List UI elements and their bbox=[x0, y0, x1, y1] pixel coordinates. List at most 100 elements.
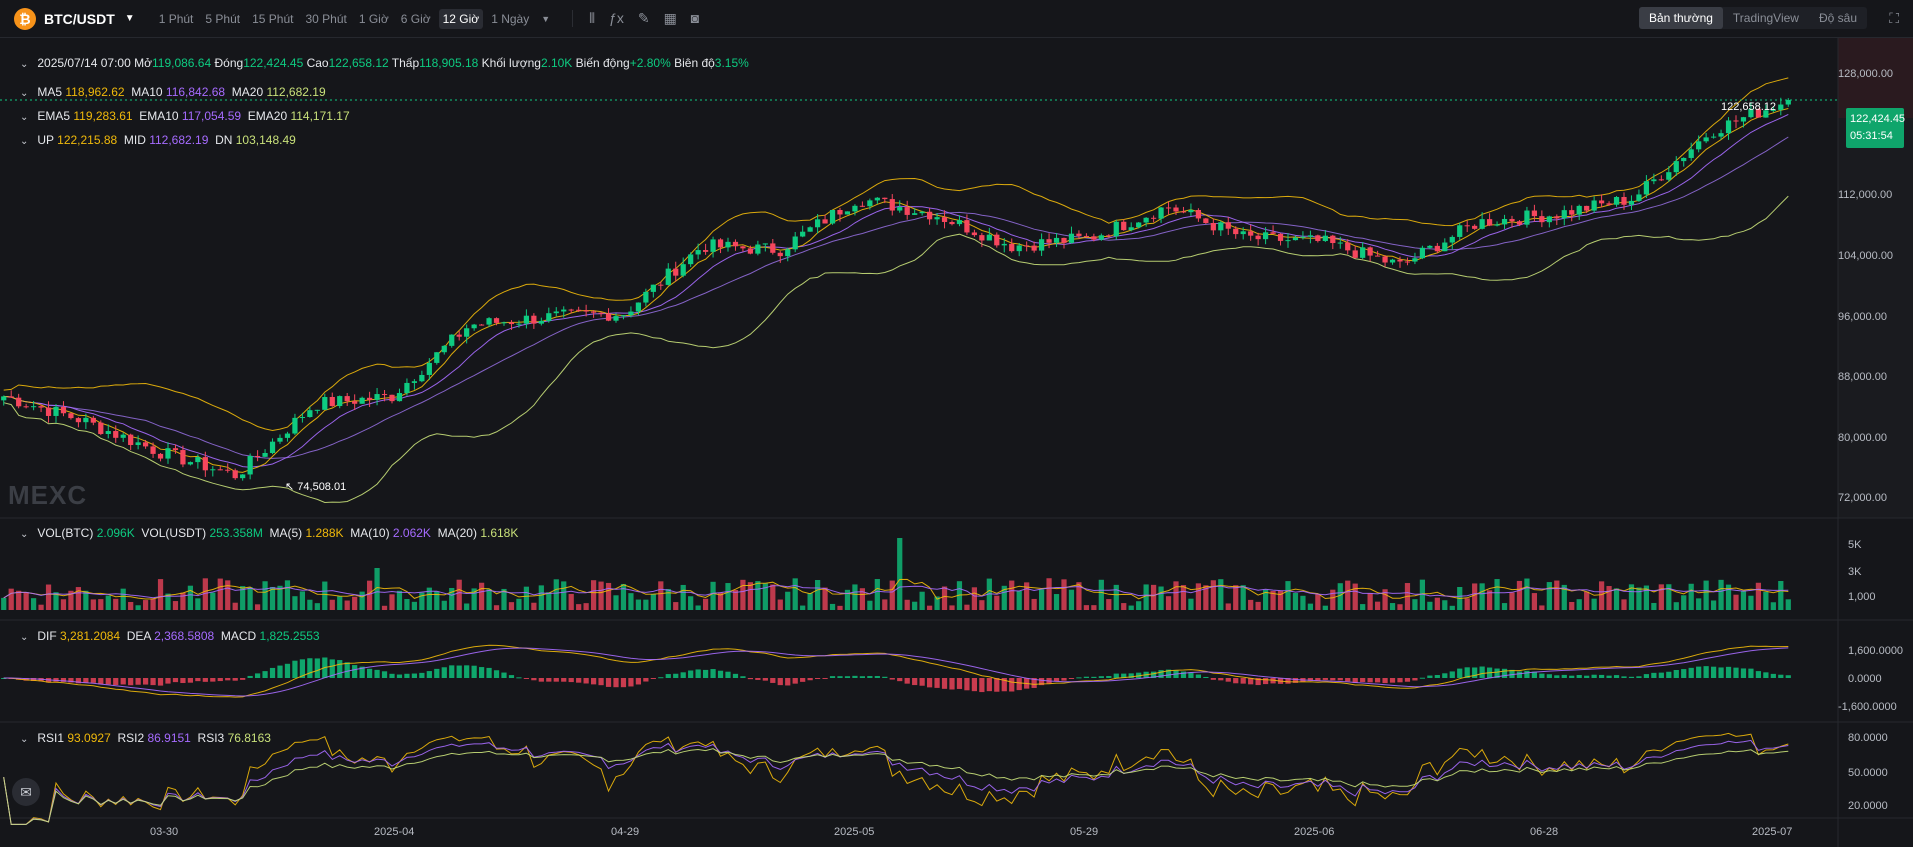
macd-histogram-bar bbox=[740, 676, 746, 678]
candle-body bbox=[762, 243, 768, 245]
macd-histogram-bar bbox=[1262, 678, 1269, 685]
volume-bar bbox=[23, 592, 29, 610]
chart-canvas[interactable] bbox=[0, 0, 1913, 847]
candle-body bbox=[1598, 200, 1605, 204]
volume-bar bbox=[1248, 599, 1254, 610]
macd-histogram-bar bbox=[1225, 678, 1231, 682]
candle-body bbox=[1136, 222, 1142, 228]
volume-bar bbox=[740, 579, 746, 610]
candle-body bbox=[1546, 216, 1552, 223]
macd-histogram-bar bbox=[1621, 676, 1627, 678]
candle-body bbox=[314, 409, 320, 411]
candle-body bbox=[725, 241, 731, 248]
volume-bar bbox=[800, 605, 806, 610]
macd-histogram-bar bbox=[1636, 676, 1642, 678]
macd-histogram-bar bbox=[1091, 676, 1097, 678]
volume-bar bbox=[643, 599, 649, 610]
volume-bar bbox=[299, 591, 306, 610]
collapse-chevron-icon[interactable]: ⌄ bbox=[20, 529, 28, 540]
collapse-chevron-icon[interactable]: ⌄ bbox=[20, 734, 28, 745]
candle-body bbox=[1389, 259, 1396, 263]
macd-histogram-bar bbox=[829, 676, 836, 678]
volume-bar bbox=[1464, 598, 1470, 610]
candle-body bbox=[322, 396, 328, 410]
macd-histogram-bar bbox=[419, 672, 425, 678]
collapse-chevron-icon[interactable]: ⌄ bbox=[20, 88, 28, 99]
volume-bar bbox=[366, 580, 373, 610]
candle-body bbox=[508, 322, 515, 325]
volume-bar bbox=[695, 605, 701, 610]
chat-icon[interactable]: ✉ bbox=[12, 778, 40, 806]
candle-body bbox=[1725, 120, 1732, 134]
macd-histogram-bar bbox=[516, 677, 522, 679]
candle-body bbox=[1121, 221, 1127, 231]
dif-label: DIF bbox=[37, 629, 57, 643]
candle-body bbox=[882, 197, 888, 200]
candle-body bbox=[105, 431, 111, 434]
macd-histogram-bar bbox=[874, 676, 880, 678]
price-axis-72000: 72,000.00 bbox=[1838, 492, 1887, 504]
volume-bar bbox=[792, 578, 798, 610]
macd-histogram-bar bbox=[1367, 678, 1373, 683]
candle-body bbox=[1494, 224, 1500, 226]
volume-bar bbox=[60, 599, 67, 610]
volume-bar bbox=[725, 583, 731, 610]
high-label: Cao bbox=[306, 56, 329, 70]
macd-histogram-bar bbox=[1524, 670, 1530, 678]
collapse-chevron-icon[interactable]: ⌄ bbox=[20, 112, 28, 123]
volume-bar bbox=[1763, 591, 1769, 610]
ema10-label: EMA10 bbox=[139, 109, 179, 123]
macd-histogram-bar bbox=[478, 667, 485, 678]
candle-body bbox=[38, 406, 44, 408]
macd-histogram-bar bbox=[1710, 666, 1717, 678]
volume-bar bbox=[680, 584, 686, 610]
volume-bar bbox=[1337, 583, 1343, 610]
volume-bar bbox=[30, 598, 37, 610]
macd-histogram-bar bbox=[1673, 670, 1679, 678]
current-price-tag: 122,424.45 05:31:54 bbox=[1846, 108, 1905, 148]
volume-bar bbox=[1225, 603, 1231, 610]
dea-label: DEA bbox=[126, 629, 151, 643]
macd-histogram-bar bbox=[1419, 677, 1426, 679]
change-value: +2.80% bbox=[629, 56, 671, 70]
volume-bar bbox=[1330, 589, 1336, 610]
candle-body bbox=[90, 417, 96, 423]
candle-body bbox=[1203, 218, 1209, 224]
volume-bar bbox=[1479, 583, 1485, 610]
macd-histogram-bar bbox=[576, 678, 582, 683]
collapse-chevron-icon[interactable]: ⌄ bbox=[20, 59, 28, 70]
macd-histogram-bar bbox=[135, 678, 141, 685]
candle-body bbox=[688, 254, 694, 265]
macd-histogram-bar bbox=[1733, 667, 1739, 678]
candle-body bbox=[605, 313, 612, 321]
candle-body bbox=[456, 334, 462, 337]
candle-body bbox=[1636, 194, 1642, 201]
volume-bar bbox=[1516, 580, 1523, 610]
candle-body bbox=[1068, 233, 1075, 243]
rsi1-line bbox=[3, 732, 1789, 825]
macd-histogram-bar bbox=[732, 673, 739, 678]
collapse-chevron-icon[interactable]: ⌄ bbox=[20, 136, 28, 147]
volume-bar bbox=[1106, 599, 1112, 610]
macd-histogram-bar bbox=[396, 674, 403, 678]
candle-body bbox=[389, 394, 395, 402]
volume-bar bbox=[322, 581, 328, 610]
candle-body bbox=[1150, 217, 1157, 219]
volume-bar bbox=[1374, 601, 1381, 610]
macd-histogram-bar bbox=[844, 676, 851, 678]
candle-body bbox=[217, 469, 223, 471]
macd-histogram-bar bbox=[897, 678, 903, 682]
candle-body bbox=[135, 442, 141, 446]
candle-body bbox=[187, 462, 194, 465]
volume-bar bbox=[247, 587, 253, 610]
macd-histogram-bar bbox=[755, 678, 761, 680]
collapse-chevron-icon[interactable]: ⌄ bbox=[20, 632, 28, 643]
candle-body bbox=[867, 200, 873, 207]
boll-dn-value: 103,148.49 bbox=[235, 133, 296, 147]
candle-body bbox=[1210, 223, 1216, 231]
candle-body bbox=[1479, 219, 1485, 229]
candle-body bbox=[613, 316, 619, 321]
volume-bar bbox=[576, 604, 582, 610]
candle-body bbox=[1255, 235, 1261, 240]
volume-bar bbox=[1621, 599, 1627, 610]
